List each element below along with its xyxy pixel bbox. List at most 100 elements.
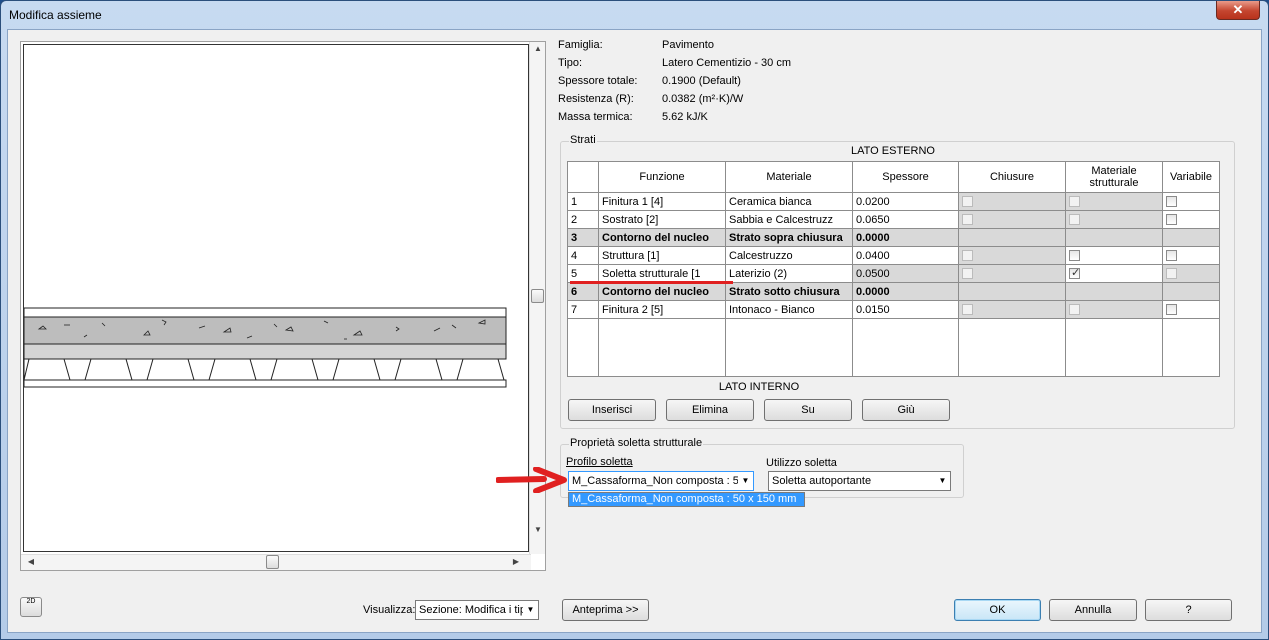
- scroll-right-icon[interactable]: ▶: [509, 557, 523, 566]
- spessore-cell[interactable]: 0.0400: [852, 246, 959, 265]
- structural-checkbox[interactable]: [1069, 266, 1080, 280]
- title-bar[interactable]: Modifica assieme ✕: [1, 1, 1268, 29]
- variabile-cell[interactable]: [1162, 210, 1220, 229]
- view-2d-icon[interactable]: 2D: [20, 597, 42, 617]
- visualizza-value: Sezione: Modifica i tip: [419, 604, 526, 616]
- structural-checkbox: [1069, 304, 1080, 316]
- structural-checkbox: [1069, 196, 1080, 208]
- materiale-cell[interactable]: Intonaco - Bianco: [725, 300, 853, 319]
- preview-horizontal-scrollbar[interactable]: ◀ ▶: [21, 554, 531, 570]
- chiusure-cell: [958, 228, 1066, 247]
- materiale-cell: Strato sotto chiusura: [725, 282, 853, 301]
- funzione-cell[interactable]: Soletta strutturale [1: [598, 264, 726, 283]
- funzione-cell[interactable]: Finitura 1 [4]: [598, 192, 726, 211]
- preview-pane[interactable]: ▲ ▼ ◀ ▶: [20, 41, 546, 571]
- chiusure-cell: [958, 300, 1066, 319]
- variabile-cell[interactable]: [1162, 246, 1220, 265]
- dialog-client: ▲ ▼ ◀ ▶ Famiglia: Pavimento Tipo: Latero C…: [7, 29, 1262, 633]
- assembly-info: Famiglia: Pavimento Tipo: Latero Cementizi…: [558, 39, 958, 129]
- spessore-cell[interactable]: 0.0650: [852, 210, 959, 229]
- ok-button[interactable]: OK: [954, 599, 1041, 621]
- scroll-left-icon[interactable]: ◀: [24, 557, 38, 566]
- funzione-cell: Contorno del nucleo: [598, 228, 726, 247]
- materiale-strutturale-cell: [1065, 282, 1163, 301]
- materiale-strutturale-cell[interactable]: [1065, 264, 1163, 283]
- structural-checkbox[interactable]: [1069, 250, 1080, 262]
- cancel-button[interactable]: Annulla: [1049, 599, 1137, 621]
- header-num: [567, 161, 599, 193]
- chiusure-cell: [958, 210, 1066, 229]
- variabile-checkbox: [1166, 268, 1177, 280]
- massa-termica-value: 5.62 kJ/K: [662, 111, 708, 123]
- inserisci-button[interactable]: Inserisci: [568, 399, 656, 421]
- section-preview: [23, 44, 529, 552]
- annotation-underline: [570, 281, 733, 284]
- chevron-down-icon[interactable]: ▼: [935, 472, 950, 490]
- funzione-cell[interactable]: Struttura [1]: [598, 246, 726, 265]
- variabile-checkbox[interactable]: [1166, 196, 1177, 208]
- chiusure-checkbox: [962, 196, 973, 208]
- chiusure-cell: [958, 264, 1066, 283]
- materiale-strutturale-cell[interactable]: [1065, 246, 1163, 265]
- profilo-soletta-label: Profilo soletta: [566, 456, 633, 468]
- table-row[interactable]: 4 Struttura [1] Calcestruzzo 0.0400: [567, 246, 1220, 265]
- chiusure-checkbox: [962, 304, 973, 316]
- table-row[interactable]: 5 Soletta strutturale [1 Laterizio (2) 0…: [567, 264, 1220, 283]
- chiusure-checkbox: [962, 250, 973, 262]
- variabile-checkbox[interactable]: [1166, 250, 1177, 262]
- materiale-cell[interactable]: Sabbia e Calcestruzz: [725, 210, 853, 229]
- scroll-down-icon[interactable]: ▼: [531, 525, 545, 534]
- slab-properties-title: Proprietà soletta strutturale: [569, 437, 704, 449]
- table-row[interactable]: 1 Finitura 1 [4] Ceramica bianca 0.0200: [567, 192, 1220, 211]
- table-empty-row: [567, 318, 1220, 377]
- spessore-cell[interactable]: 0.0150: [852, 300, 959, 319]
- spessore-cell[interactable]: 0.0500: [852, 264, 959, 283]
- close-icon[interactable]: ✕: [1216, 1, 1260, 20]
- materiale-cell[interactable]: Calcestruzzo: [725, 246, 853, 265]
- header-spessore: Spessore: [852, 161, 959, 193]
- help-button[interactable]: ?: [1145, 599, 1232, 621]
- su-button[interactable]: Su: [764, 399, 852, 421]
- chevron-down-icon[interactable]: ▼: [523, 601, 538, 619]
- vertical-scroll-thumb[interactable]: [531, 289, 544, 303]
- funzione-cell[interactable]: Sostrato [2]: [598, 210, 726, 229]
- horizontal-scroll-thumb[interactable]: [266, 555, 279, 569]
- variabile-cell[interactable]: [1162, 300, 1220, 319]
- table-row[interactable]: 3 Contorno del nucleo Strato sopra chius…: [567, 228, 1220, 247]
- chiusure-checkbox: [962, 268, 973, 280]
- visualizza-select[interactable]: Sezione: Modifica i tip ▼: [415, 600, 539, 620]
- giu-button[interactable]: Giù: [862, 399, 950, 421]
- chiusure-checkbox: [962, 214, 973, 226]
- lato-interno-label: LATO INTERNO: [718, 381, 800, 393]
- variabile-checkbox[interactable]: [1166, 304, 1177, 316]
- utilizzo-soletta-select[interactable]: Soletta autoportante ▼: [768, 471, 951, 491]
- materiale-cell[interactable]: Ceramica bianca: [725, 192, 853, 211]
- elimina-button[interactable]: Elimina: [666, 399, 754, 421]
- materiale-cell[interactable]: Laterizio (2): [725, 264, 853, 283]
- profilo-soletta-select[interactable]: M_Cassaforma_Non composta : 50 ▼: [568, 471, 754, 491]
- annotation-arrow-icon: [496, 467, 567, 493]
- chevron-down-icon[interactable]: ▼: [738, 472, 753, 490]
- table-header-row: Funzione Materiale Spessore Chiusure Mat…: [567, 161, 1220, 193]
- header-materiale-strutturale: Materiale strutturale: [1065, 161, 1163, 193]
- table-row[interactable]: 6 Contorno del nucleo Strato sotto chius…: [567, 282, 1220, 301]
- row-number: 1: [567, 192, 599, 211]
- resistenza-value: 0.0382 (m²·K)/W: [662, 93, 744, 105]
- chiusure-cell: [958, 192, 1066, 211]
- dialog-window: Modifica assieme ✕ ▲ ▼ ◀ ▶ Famiglia: Pav…: [0, 0, 1269, 640]
- resistenza-label: Resistenza (R):: [558, 93, 634, 105]
- lato-esterno-label: LATO ESTERNO: [851, 145, 935, 157]
- scroll-up-icon[interactable]: ▲: [531, 44, 545, 53]
- spessore-cell[interactable]: 0.0200: [852, 192, 959, 211]
- variabile-cell[interactable]: [1162, 192, 1220, 211]
- funzione-cell: Contorno del nucleo: [598, 282, 726, 301]
- table-row[interactable]: 2 Sostrato [2] Sabbia e Calcestruzz 0.06…: [567, 210, 1220, 229]
- materiale-cell: Strato sopra chiusura: [725, 228, 853, 247]
- famiglia-value: Pavimento: [662, 39, 714, 51]
- variabile-checkbox[interactable]: [1166, 214, 1177, 226]
- window-title: Modifica assieme: [9, 8, 102, 22]
- anteprima-button[interactable]: Anteprima >>: [562, 599, 649, 621]
- table-row[interactable]: 7 Finitura 2 [5] Intonaco - Bianco 0.015…: [567, 300, 1220, 319]
- profilo-dropdown-option[interactable]: M_Cassaforma_Non composta : 50 x 150 mm: [568, 492, 805, 507]
- funzione-cell[interactable]: Finitura 2 [5]: [598, 300, 726, 319]
